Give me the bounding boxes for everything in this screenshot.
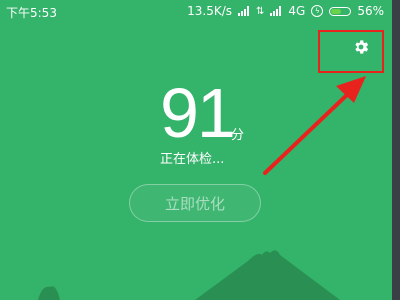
screen-edge xyxy=(392,0,400,300)
annotation-arrow xyxy=(263,76,366,175)
security-center-screen: 下午5:53 13.5K/s ⇅ 4G ϟ 56% 91 分 正在体检... 立… xyxy=(0,0,392,300)
